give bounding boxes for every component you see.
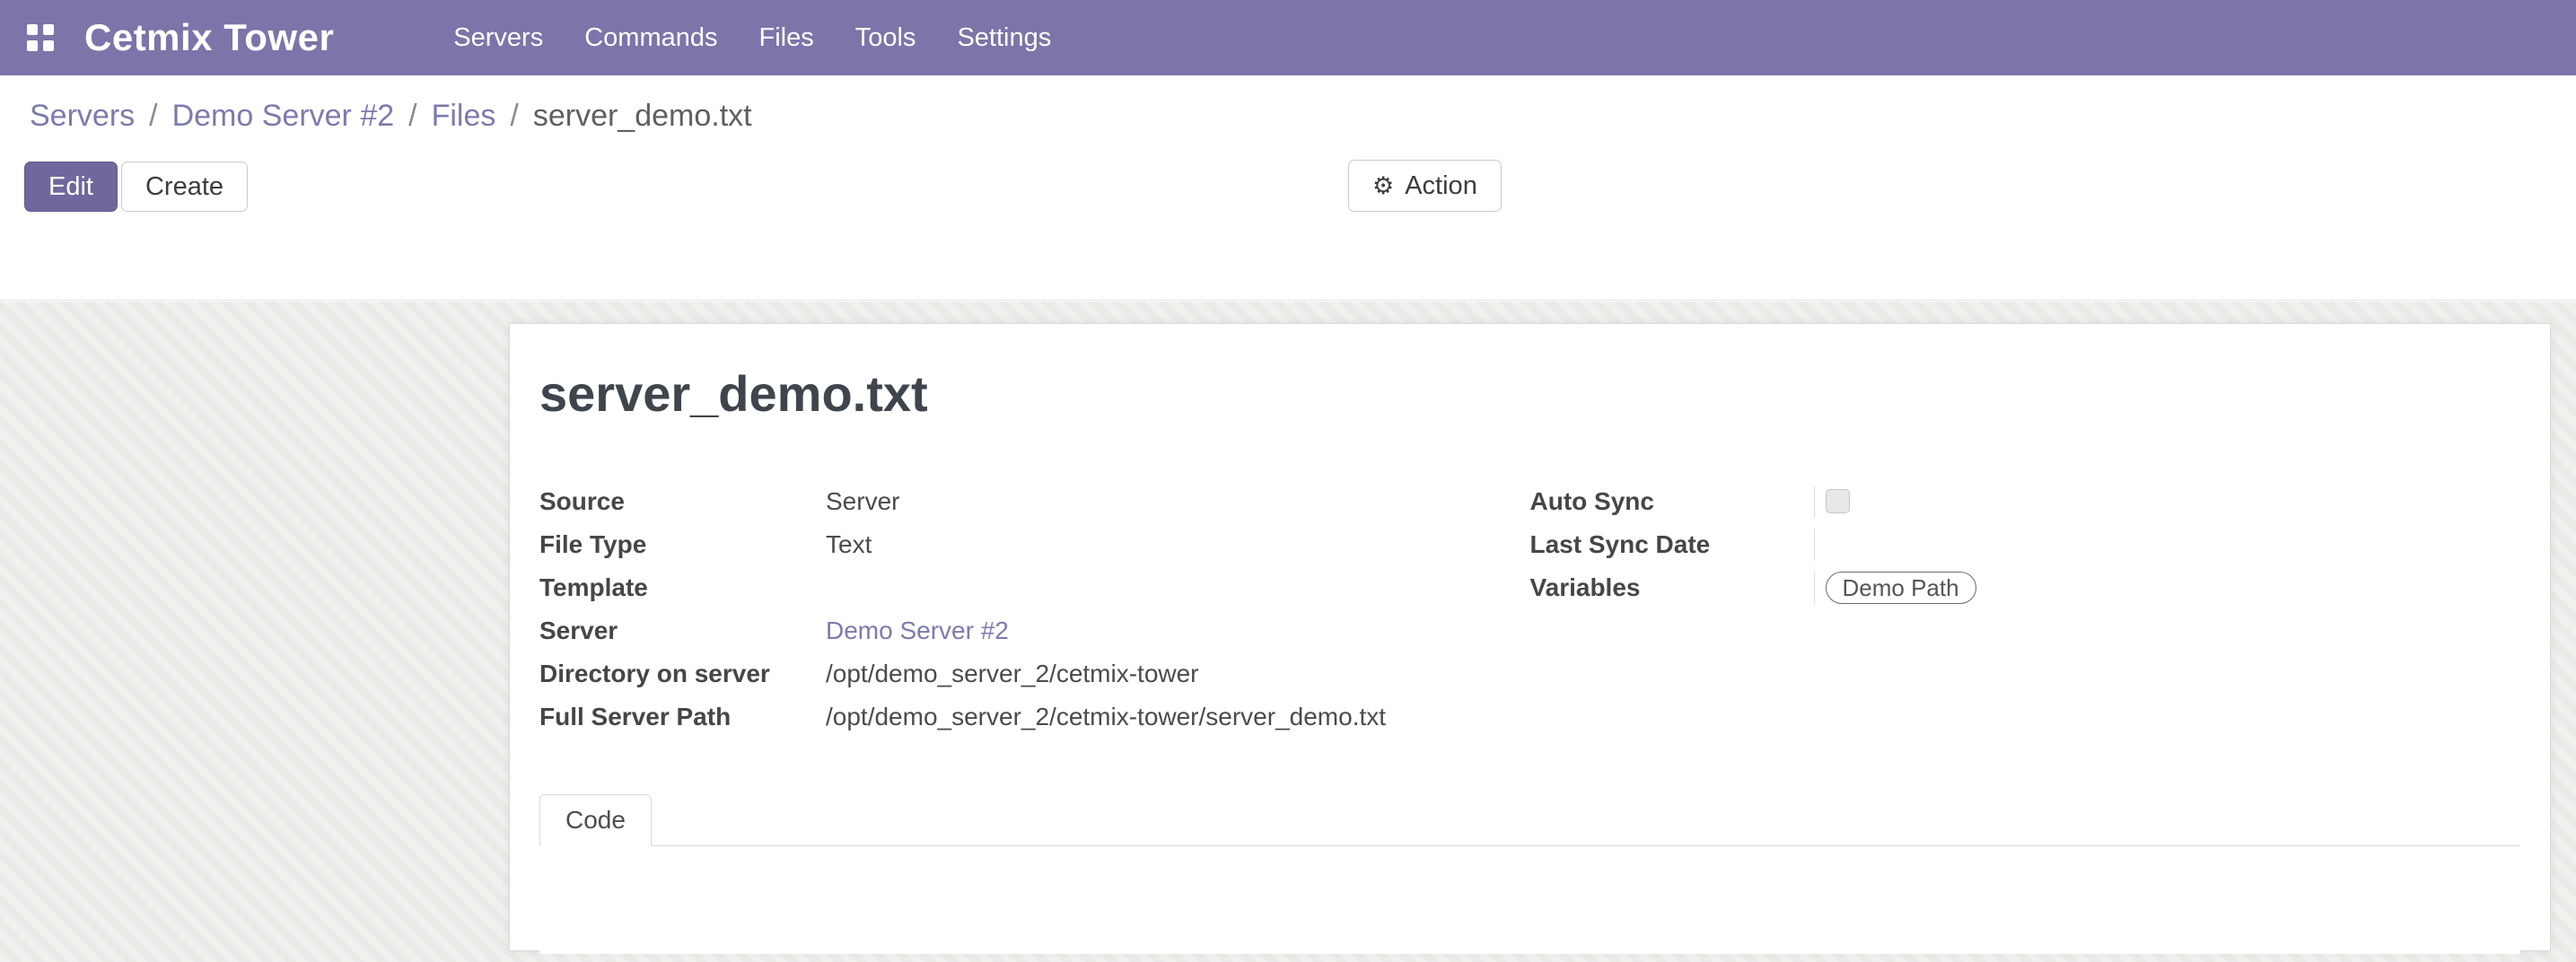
- field-label: Source: [539, 485, 826, 518]
- field-row-file-type: File Type Text: [539, 523, 1530, 566]
- apps-grid-square: [43, 24, 54, 35]
- field-value-template: [826, 572, 1530, 604]
- content-area: server_demo.txt Source Server File Type …: [0, 302, 2576, 962]
- menu-item-files[interactable]: Files: [739, 0, 835, 75]
- breadcrumb-separator: /: [510, 99, 518, 134]
- main-menu: Servers Commands Files Tools Settings: [433, 0, 1072, 75]
- breadcrumb-separator: /: [149, 99, 157, 134]
- auto-sync-checkbox[interactable]: [1826, 489, 1850, 513]
- field-row-template: Template: [539, 566, 1530, 609]
- field-value-auto-sync: [1814, 485, 2521, 518]
- field-label: File Type: [539, 529, 826, 561]
- field-row-last-sync: Last Sync Date: [1530, 523, 2521, 566]
- field-value-directory: /opt/demo_server_2/cetmix-tower: [826, 658, 1530, 690]
- field-label: Template: [539, 572, 826, 604]
- field-column-right: Auto Sync Last Sync Date Variables Demo …: [1530, 480, 2521, 739]
- action-button-label: Action: [1405, 171, 1477, 201]
- tab-code[interactable]: Code: [539, 794, 652, 846]
- app-window: Cetmix Tower Servers Commands Files Tool…: [0, 0, 2576, 962]
- field-row-full-path: Full Server Path /opt/demo_server_2/cetm…: [539, 695, 1530, 739]
- field-label: Full Server Path: [539, 701, 826, 733]
- notebook: Code: [539, 794, 2520, 954]
- field-row-server: Server Demo Server #2: [539, 609, 1530, 652]
- breadcrumb: Servers / Demo Server #2 / Files / serve…: [30, 99, 752, 134]
- menu-item-commands[interactable]: Commands: [564, 0, 738, 75]
- record-title: server_demo.txt: [539, 365, 2520, 423]
- field-row-source: Source Server: [539, 480, 1530, 523]
- create-button[interactable]: Create: [121, 162, 248, 212]
- breadcrumb-link-servers[interactable]: Servers: [30, 99, 135, 134]
- field-value-file-type: Text: [826, 529, 1530, 561]
- tab-content-code: [539, 846, 2520, 954]
- edit-button[interactable]: Edit: [24, 162, 118, 212]
- field-row-auto-sync: Auto Sync: [1530, 480, 2521, 523]
- control-panel: Servers / Demo Server #2 / Files / serve…: [0, 75, 2576, 301]
- breadcrumb-current: server_demo.txt: [533, 99, 752, 134]
- field-label: Last Sync Date: [1530, 529, 1814, 561]
- field-groups: Source Server File Type Text Template Se…: [539, 480, 2520, 739]
- field-value-server-link[interactable]: Demo Server #2: [826, 615, 1530, 647]
- form-sheet: server_demo.txt Source Server File Type …: [509, 323, 2551, 951]
- action-button[interactable]: ⚙ Action: [1348, 160, 1502, 212]
- field-column-left: Source Server File Type Text Template Se…: [539, 480, 1530, 739]
- field-value-variables: Demo Path: [1814, 572, 2521, 604]
- field-value-source: Server: [826, 485, 1530, 518]
- field-label: Auto Sync: [1530, 485, 1814, 518]
- record-buttons: Edit Create: [24, 162, 248, 212]
- menu-item-servers[interactable]: Servers: [433, 0, 564, 75]
- field-value-full-path: /opt/demo_server_2/cetmix-tower/server_d…: [826, 701, 1530, 733]
- top-navbar: Cetmix Tower Servers Commands Files Tool…: [0, 0, 2576, 75]
- brand-title[interactable]: Cetmix Tower: [84, 16, 334, 59]
- field-value-last-sync: [1814, 529, 2521, 561]
- breadcrumb-link-demo-server[interactable]: Demo Server #2: [172, 99, 395, 134]
- apps-grid-square: [43, 40, 54, 51]
- breadcrumb-separator: /: [408, 99, 416, 134]
- breadcrumb-link-files[interactable]: Files: [432, 99, 496, 134]
- apps-grid-icon[interactable]: [27, 24, 54, 51]
- field-row-variables: Variables Demo Path: [1530, 566, 2521, 609]
- apps-grid-square: [27, 24, 38, 35]
- variable-tag[interactable]: Demo Path: [1826, 572, 1976, 604]
- field-label: Server: [539, 615, 826, 647]
- apps-grid-square: [27, 40, 38, 51]
- field-label: Variables: [1530, 572, 1814, 604]
- field-row-directory: Directory on server /opt/demo_server_2/c…: [539, 652, 1530, 695]
- gear-icon: ⚙: [1372, 174, 1394, 198]
- menu-item-settings[interactable]: Settings: [936, 0, 1072, 75]
- menu-item-tools[interactable]: Tools: [835, 0, 937, 75]
- field-label: Directory on server: [539, 658, 826, 690]
- notebook-tabs: Code: [539, 794, 2520, 846]
